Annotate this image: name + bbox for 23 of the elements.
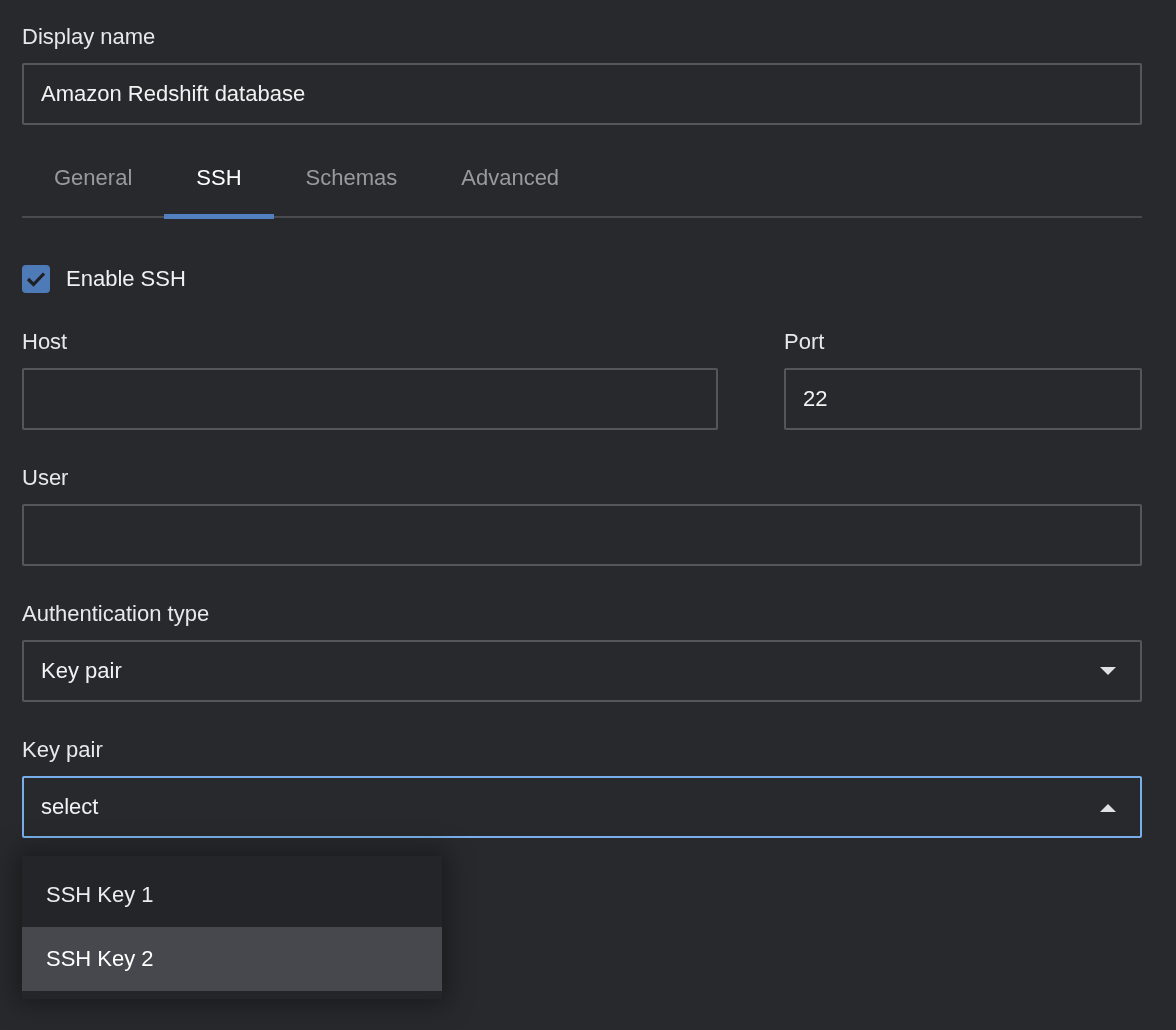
- tab[interactable]: General: [22, 147, 165, 219]
- menu-option[interactable]: SSH Key 2: [22, 927, 442, 991]
- tab[interactable]: Advanced: [429, 147, 592, 219]
- dropdown-select[interactable]: Key pair: [22, 640, 1142, 702]
- check-icon: [26, 271, 46, 287]
- text-field[interactable]: Amazon Redshift database: [22, 63, 1142, 125]
- tab[interactable]: Schemas: [273, 147, 430, 219]
- field-label: Port: [784, 329, 825, 355]
- field-label: Authentication type: [22, 601, 210, 627]
- text-field[interactable]: [22, 368, 718, 430]
- field-label: User: [22, 465, 69, 491]
- dropdown-select[interactable]: select: [22, 776, 1142, 838]
- menu-option[interactable]: SSH Key 1: [22, 863, 442, 927]
- text-field[interactable]: [22, 504, 1142, 566]
- field-label: Host: [22, 329, 68, 355]
- field-label: Display name: [22, 24, 156, 50]
- checkbox[interactable]: [22, 265, 50, 293]
- checkbox-label: Enable SSH: [66, 266, 186, 292]
- caret-icon: [1100, 802, 1116, 812]
- field-label: Key pair: [22, 737, 103, 763]
- caret-icon: [1100, 666, 1116, 676]
- text-field[interactable]: 22: [784, 368, 1142, 430]
- tab[interactable]: SSH: [164, 147, 274, 219]
